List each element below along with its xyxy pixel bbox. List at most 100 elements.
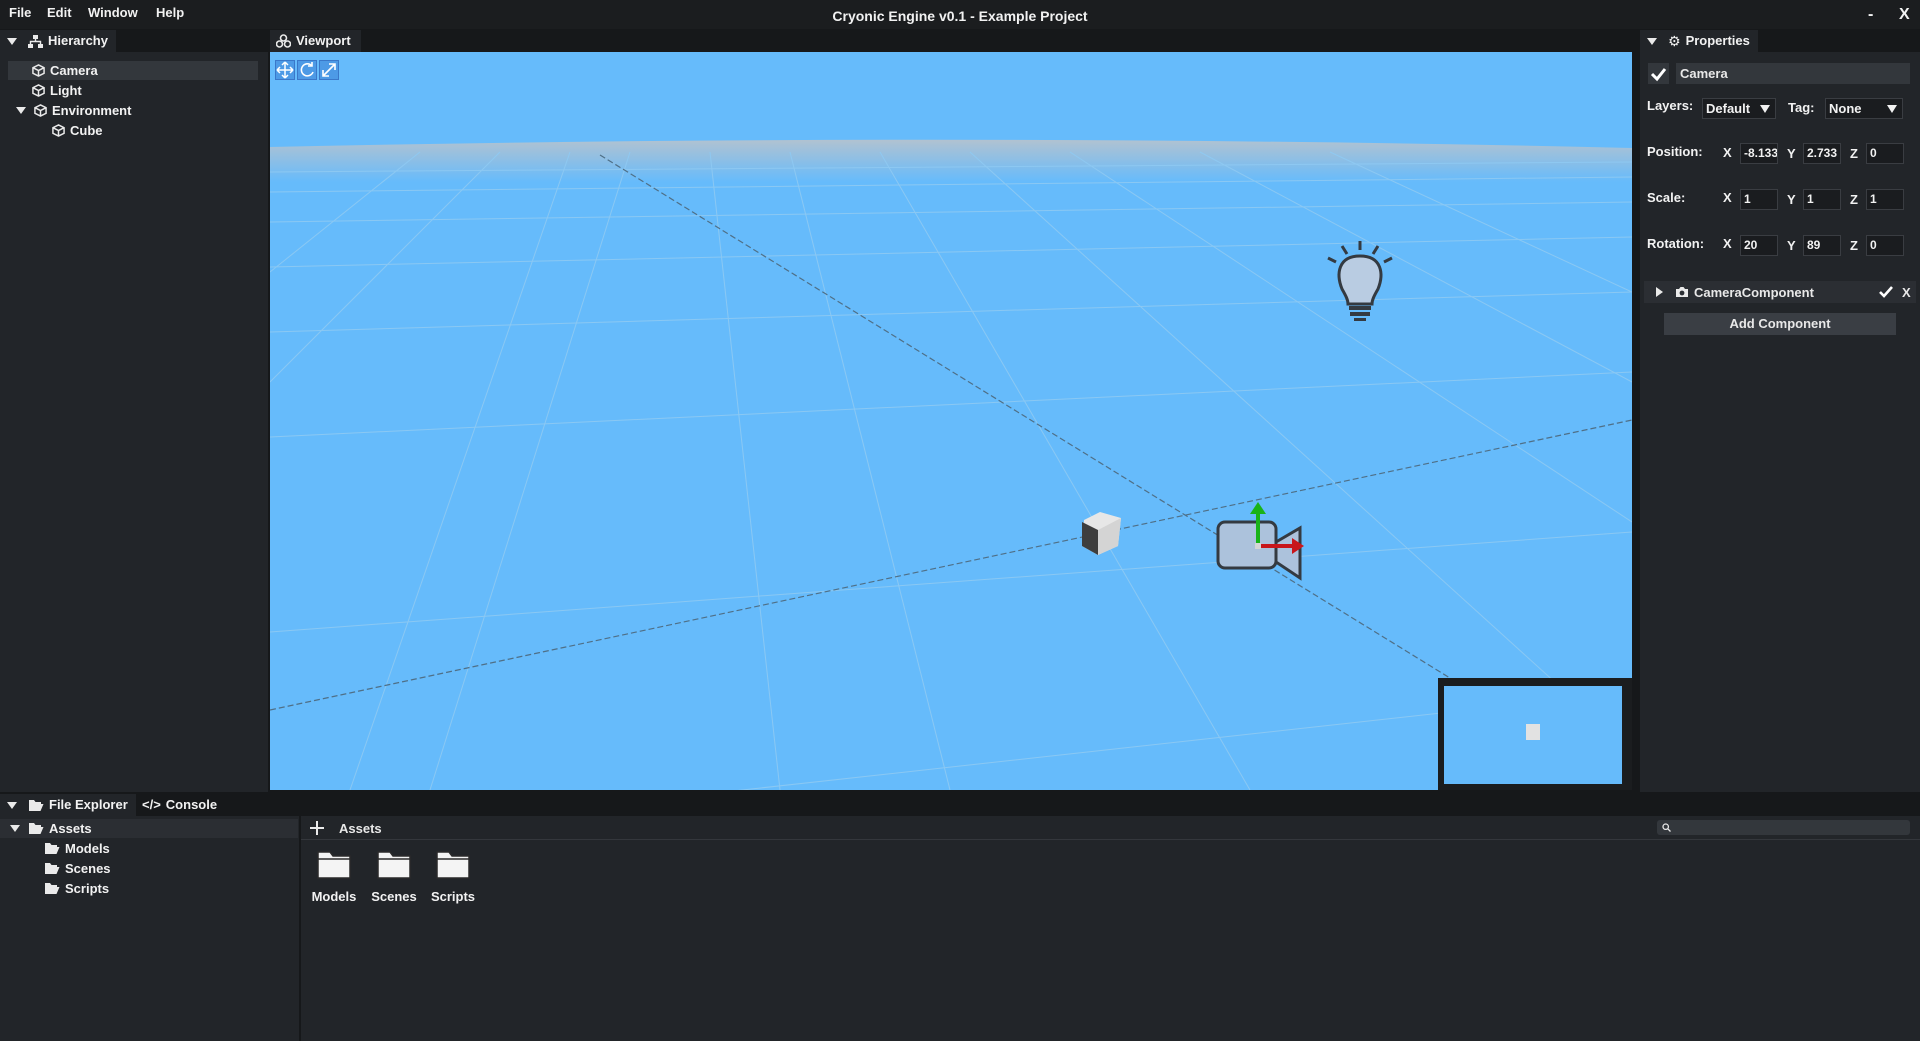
close-button[interactable]: X — [1899, 6, 1910, 24]
enabled-checkbox[interactable] — [1648, 63, 1669, 84]
scale-z-field[interactable]: 1 — [1866, 189, 1904, 210]
hierarchy-icon — [28, 34, 43, 48]
position-y-field[interactable]: 2.733 — [1803, 143, 1841, 164]
camera-preview-frame — [1438, 678, 1632, 790]
tree-item-models[interactable]: Models — [44, 839, 110, 858]
scale-x-field[interactable]: 1 — [1740, 189, 1778, 210]
tab-viewport[interactable]: Viewport — [270, 30, 361, 52]
tag-label: Tag: — [1788, 100, 1815, 115]
asset-label: Models — [311, 889, 357, 904]
scale-tool-icon[interactable] — [319, 60, 339, 80]
axis-x-label: X — [1723, 190, 1732, 205]
tree-item-label: Scripts — [65, 881, 110, 896]
viewport-canvas[interactable] — [270, 52, 1632, 790]
minimize-button[interactable]: - — [1868, 6, 1873, 24]
tag-dropdown[interactable]: None — [1825, 98, 1903, 119]
object-name-input[interactable]: Camera — [1676, 63, 1910, 84]
properties-panel: ⚙ Properties Camera Layers: Default Tag:… — [1640, 30, 1920, 792]
add-component-button[interactable]: Add Component — [1664, 313, 1896, 335]
axis-x-label: X — [1723, 145, 1732, 160]
asset-folder-scenes[interactable]: Scenes — [366, 850, 422, 904]
tree-item-scripts[interactable]: Scripts — [44, 879, 109, 898]
tab-console[interactable]: </> Console — [138, 794, 225, 816]
component-enabled-check-icon[interactable] — [1878, 285, 1894, 299]
hierarchy-title: Hierarchy — [48, 33, 108, 48]
scene-grid — [270, 139, 1632, 790]
hierarchy-item-cube[interactable]: Cube — [8, 121, 258, 140]
expand-arrow-icon[interactable] — [1656, 287, 1663, 297]
viewport-title: Viewport — [296, 33, 351, 48]
gears-icon: ⚙ — [1668, 33, 1681, 49]
tree-item-scenes[interactable]: Scenes — [44, 859, 111, 878]
collapse-icon[interactable] — [7, 37, 17, 45]
component-name: CameraComponent — [1694, 285, 1814, 300]
layers-label: Layers: — [1647, 98, 1694, 113]
search-icon — [1662, 823, 1671, 832]
chevron-down-icon — [1887, 105, 1897, 113]
axis-z-label: Z — [1850, 238, 1858, 253]
folder-open-icon — [45, 883, 60, 894]
scale-label: Scale: — [1647, 190, 1686, 205]
chevron-down-icon — [1760, 105, 1770, 113]
hierarchy-item-label: Camera — [50, 63, 98, 78]
axis-x-label: X — [1723, 236, 1732, 251]
remove-component-button[interactable]: X — [1902, 285, 1911, 300]
expand-arrow-icon[interactable] — [10, 825, 20, 832]
axis-y-label: Y — [1787, 192, 1796, 207]
rotation-x-field[interactable]: 20 — [1740, 235, 1778, 256]
layers-dropdown[interactable]: Default — [1702, 98, 1776, 119]
position-x-field[interactable]: -8.133 — [1740, 143, 1778, 164]
collapse-icon[interactable] — [1647, 37, 1657, 45]
code-icon: </> — [142, 797, 161, 812]
collapse-icon[interactable] — [7, 801, 17, 809]
light-gizmo-icon[interactable] — [1327, 241, 1393, 321]
viewport-header: Viewport — [270, 30, 1632, 52]
move-tool-icon[interactable] — [275, 60, 295, 80]
scale-y-field[interactable]: 1 — [1803, 189, 1841, 210]
component-header[interactable]: CameraComponent X — [1644, 281, 1916, 303]
asset-folder-models[interactable]: Models — [306, 850, 362, 904]
camera-icon — [1676, 287, 1688, 297]
search-input[interactable] — [1657, 820, 1910, 835]
add-icon[interactable] — [309, 820, 325, 836]
asset-toolbar: Assets — [301, 816, 1920, 840]
hierarchy-item-light[interactable]: Light — [8, 81, 258, 100]
folder-open-icon — [45, 843, 60, 854]
tree-item-label: Assets — [49, 821, 92, 836]
file-tree-panel: Assets Models Scenes Scripts — [0, 816, 299, 1041]
asset-folder-scripts[interactable]: Scripts — [425, 850, 481, 904]
tree-item-assets[interactable]: Assets — [0, 819, 298, 838]
rotation-label: Rotation: — [1647, 236, 1705, 251]
viewport-icon — [276, 34, 291, 48]
asset-label: Scenes — [371, 889, 417, 904]
cube-icon — [32, 84, 45, 97]
tab-file-explorer[interactable]: File Explorer — [0, 794, 136, 816]
hierarchy-header: Hierarchy — [0, 30, 268, 52]
axis-y-label: Y — [1787, 238, 1796, 253]
breadcrumb[interactable]: Assets — [339, 821, 382, 836]
camera-gizmo-icon[interactable] — [1216, 502, 1304, 581]
hierarchy-item-label: Environment — [52, 103, 132, 118]
tree-item-label: Scenes — [65, 861, 111, 876]
folder-open-icon — [29, 823, 44, 834]
cube-object[interactable] — [1082, 512, 1121, 555]
layers-value: Default — [1706, 101, 1751, 116]
rotation-y-field[interactable]: 89 — [1803, 235, 1841, 256]
preview-cube — [1526, 724, 1540, 740]
folder-icon — [377, 851, 411, 879]
axis-y-label: Y — [1787, 146, 1796, 161]
rotation-z-field[interactable]: 0 — [1866, 235, 1904, 256]
rotate-tool-icon[interactable] — [297, 60, 317, 80]
tab-properties[interactable]: ⚙ Properties — [1640, 30, 1758, 52]
position-z-field[interactable]: 0 — [1866, 143, 1904, 164]
cube-icon — [32, 64, 45, 77]
expand-arrow-icon[interactable] — [16, 107, 26, 114]
tab-hierarchy[interactable]: Hierarchy — [0, 30, 116, 52]
hierarchy-item-environment[interactable]: Environment — [8, 101, 258, 120]
bottom-panel-header: File Explorer </> Console — [0, 794, 1920, 816]
camera-preview — [1444, 686, 1622, 784]
folder-open-icon — [45, 863, 60, 874]
hierarchy-item-camera[interactable]: Camera — [8, 61, 258, 80]
tab-label: Console — [165, 797, 218, 812]
properties-header: ⚙ Properties — [1640, 30, 1920, 52]
